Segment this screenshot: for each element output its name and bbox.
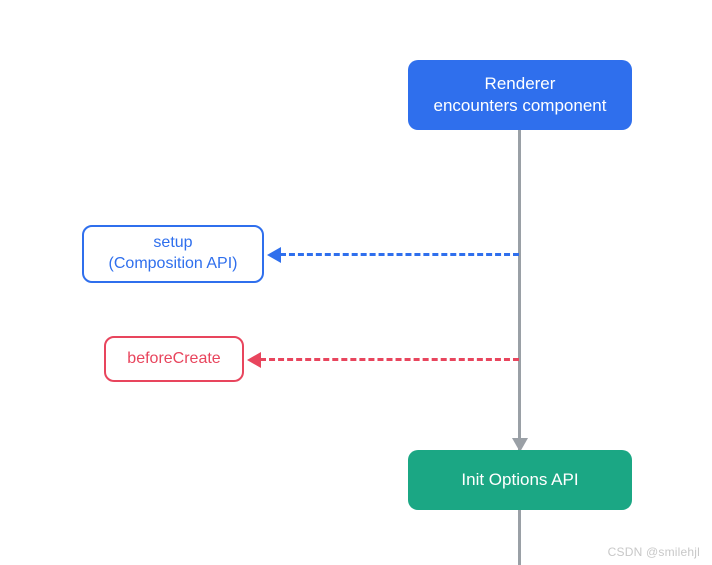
node-setup: setup (Composition API) [82, 225, 264, 283]
flow-edge-continue [518, 510, 521, 565]
node-beforecreate-label: beforeCreate [127, 349, 220, 370]
node-renderer-line2: encounters component [434, 95, 607, 117]
flow-edge-main [518, 130, 521, 450]
node-beforecreate: beforeCreate [104, 336, 244, 382]
node-setup-line2: (Composition API) [109, 254, 238, 275]
arrowhead-left-icon [267, 247, 281, 263]
flow-edge-to-beforecreate [260, 358, 519, 361]
node-setup-line1: setup [109, 233, 238, 254]
node-renderer-line1: Renderer [434, 73, 607, 95]
node-init-options: Init Options API [408, 450, 632, 510]
node-init-options-label: Init Options API [461, 469, 578, 491]
arrowhead-left-icon [247, 352, 261, 368]
flow-edge-to-setup [280, 253, 519, 256]
node-renderer: Renderer encounters component [408, 60, 632, 130]
watermark-text: CSDN @smilehjl [608, 545, 700, 559]
